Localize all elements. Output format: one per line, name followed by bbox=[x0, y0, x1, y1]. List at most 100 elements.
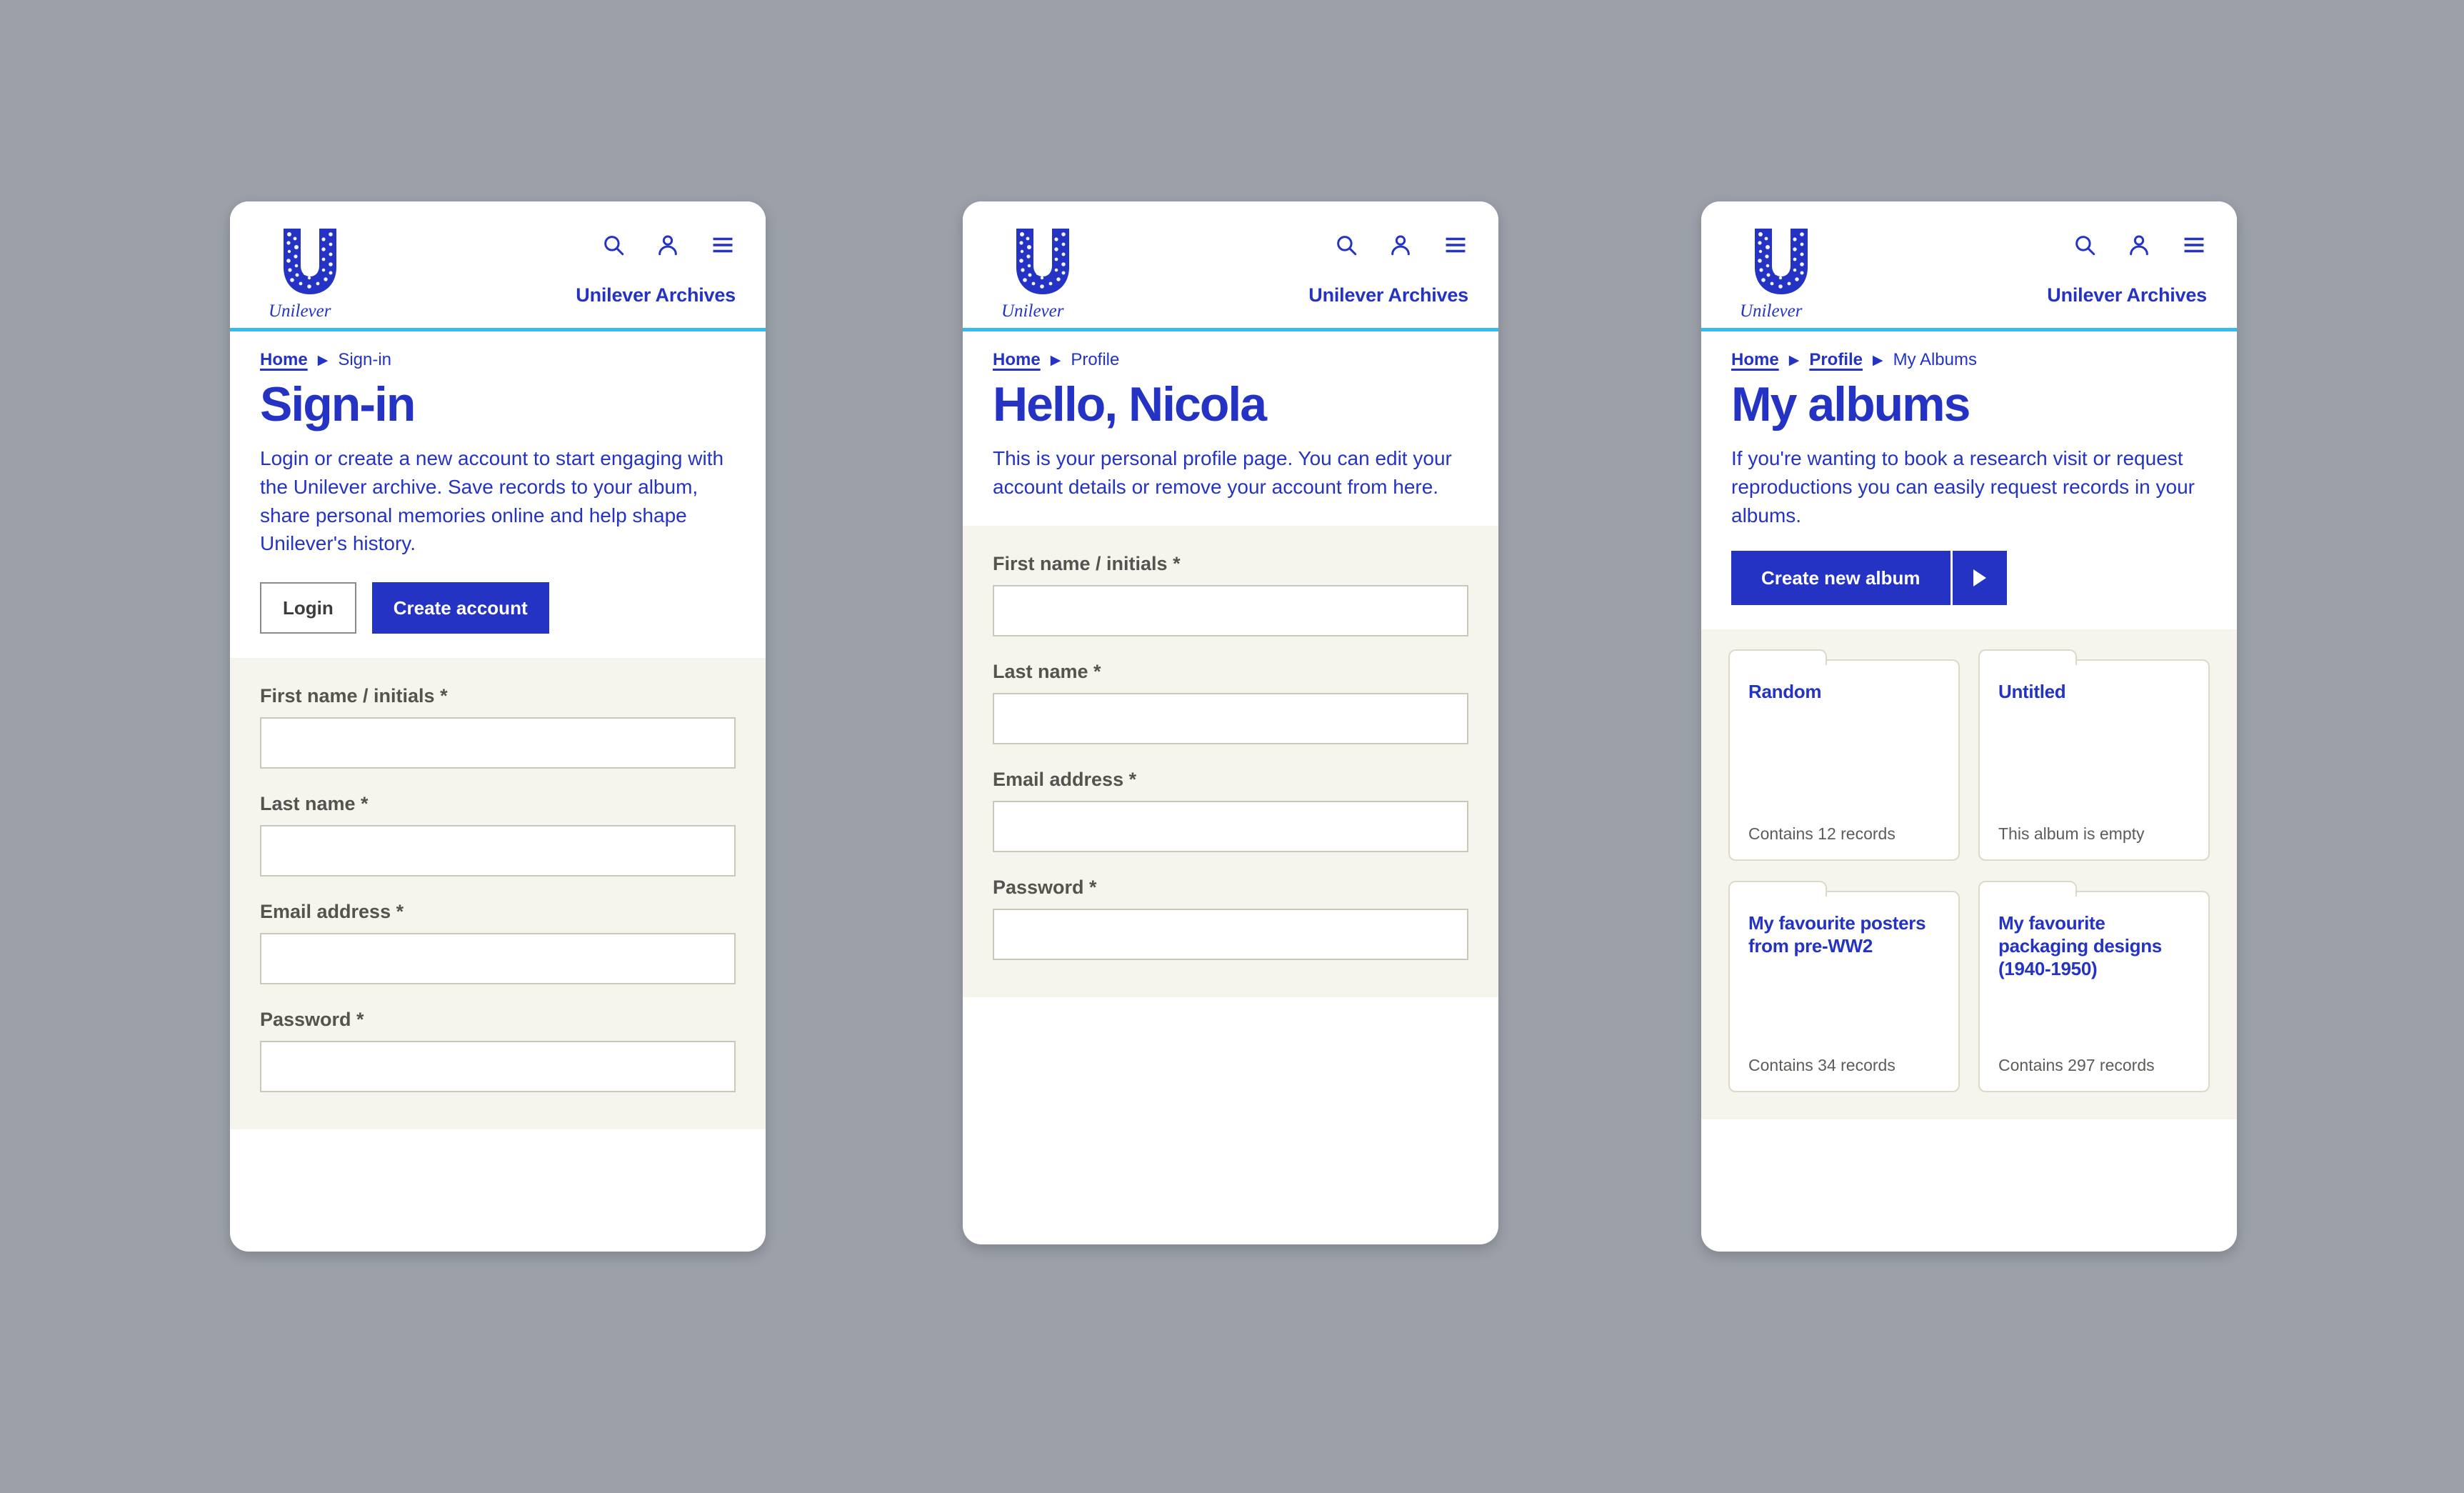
field-first-name: First name / initials * bbox=[993, 553, 1468, 636]
login-button[interactable]: Login bbox=[260, 582, 356, 634]
unilever-u-logo-icon bbox=[1755, 229, 1808, 294]
create-album-button-group: Create new album bbox=[1731, 551, 2207, 606]
field-email: Email address * bbox=[260, 901, 736, 984]
signin-content: Home ▶ Sign-in Sign-in Login or create a… bbox=[230, 331, 766, 658]
profile-form: First name / initials * Last name * Emai… bbox=[963, 525, 1498, 997]
field-label: Last name * bbox=[260, 793, 369, 814]
album-card[interactable]: My favourite posters from pre-WW2 Contai… bbox=[1728, 881, 1960, 1093]
password-input[interactable] bbox=[993, 908, 1468, 960]
last-name-input[interactable] bbox=[993, 692, 1468, 744]
header-row: Unilever bbox=[260, 227, 736, 323]
albums-grid: Random Contains 12 records Untitled This… bbox=[1728, 649, 2210, 1093]
breadcrumb-item-current: Profile bbox=[1071, 350, 1120, 369]
unilever-logo[interactable]: Unilever bbox=[993, 227, 1093, 323]
account-icon[interactable] bbox=[656, 233, 680, 257]
album-card[interactable]: My favourite packaging designs (1940-195… bbox=[1978, 881, 2210, 1093]
breadcrumb-item-home[interactable]: Home bbox=[1731, 350, 1779, 370]
last-name-input[interactable] bbox=[260, 825, 736, 877]
album-name: Random bbox=[1748, 681, 1822, 703]
account-icon[interactable] bbox=[1388, 233, 1413, 257]
header-icons bbox=[1334, 233, 1468, 257]
field-label: First name / initials * bbox=[260, 685, 448, 706]
breadcrumb: Home ▶ Profile bbox=[993, 350, 1468, 370]
field-password: Password * bbox=[260, 1009, 736, 1092]
auth-button-row: Login Create account bbox=[260, 582, 736, 634]
unilever-logo[interactable]: Unilever bbox=[260, 227, 360, 323]
page-title: Hello, Nicola bbox=[993, 377, 1267, 431]
unilever-wordmark-icon: Unilever bbox=[1740, 301, 1803, 321]
email-input[interactable] bbox=[993, 800, 1468, 852]
profile-content: Home ▶ Profile Hello, Nicola This is you… bbox=[963, 331, 1498, 526]
menu-icon[interactable] bbox=[710, 233, 736, 257]
search-icon[interactable] bbox=[2073, 233, 2097, 257]
page-title: My albums bbox=[1731, 377, 1970, 431]
album-name: Untitled bbox=[1998, 681, 2066, 703]
page-intro: If you're wanting to book a research vis… bbox=[1731, 447, 2195, 526]
breadcrumb-separator-icon: ▶ bbox=[1873, 352, 1883, 368]
breadcrumb-item-home[interactable]: Home bbox=[260, 350, 308, 370]
create-new-album-button[interactable]: Create new album bbox=[1731, 551, 1950, 606]
album-card[interactable]: Random Contains 12 records bbox=[1728, 649, 1960, 862]
breadcrumb: Home ▶ Sign-in bbox=[260, 350, 736, 370]
field-label: Email address * bbox=[260, 901, 404, 922]
panel-albums: Unilever Unilever Archives Home ▶ Profil… bbox=[1701, 201, 2237, 1252]
page-title: Sign-in bbox=[260, 377, 416, 431]
page-intro: This is your personal profile page. You … bbox=[993, 447, 1452, 498]
header-icons bbox=[601, 233, 736, 257]
field-last-name: Last name * bbox=[260, 793, 736, 877]
site-header: Unilever Unilever Archives bbox=[1701, 201, 2237, 331]
account-icon[interactable] bbox=[2127, 233, 2151, 257]
first-name-input[interactable] bbox=[993, 584, 1468, 636]
first-name-input[interactable] bbox=[260, 717, 736, 769]
field-password: Password * bbox=[993, 877, 1468, 960]
field-last-name: Last name * bbox=[993, 661, 1468, 744]
field-first-name: First name / initials * bbox=[260, 685, 736, 769]
field-label: Email address * bbox=[993, 768, 1137, 790]
svg-text:Unilever: Unilever bbox=[1740, 301, 1803, 321]
albums-zone: Random Contains 12 records Untitled This… bbox=[1701, 629, 2237, 1120]
unilever-u-logo-icon bbox=[284, 229, 336, 294]
album-card[interactable]: Untitled This album is empty bbox=[1978, 649, 2210, 862]
breadcrumb: Home ▶ Profile ▶ My Albums bbox=[1731, 350, 2207, 370]
page-intro: Login or create a new account to start e… bbox=[260, 447, 724, 555]
album-record-count: This album is empty bbox=[1998, 824, 2145, 844]
search-icon[interactable] bbox=[1334, 233, 1358, 257]
search-icon[interactable] bbox=[601, 233, 626, 257]
create-new-album-arrow-button[interactable] bbox=[1952, 551, 2007, 606]
screenshot-canvas: Unilever Unilever Archives Home ▶ Sign-i… bbox=[0, 0, 2464, 1493]
triangle-right-icon bbox=[1973, 569, 1986, 587]
panel-profile: Unilever Unilever Archives Home ▶ Profil… bbox=[963, 201, 1498, 1244]
header-icons bbox=[2073, 233, 2207, 257]
email-input[interactable] bbox=[260, 933, 736, 984]
unilever-u-logo-icon bbox=[1016, 229, 1069, 294]
breadcrumb-separator-icon: ▶ bbox=[317, 352, 329, 368]
breadcrumb-item-profile[interactable]: Profile bbox=[1809, 350, 1863, 370]
site-header: Unilever Unilever Archives bbox=[963, 201, 1498, 331]
menu-icon[interactable] bbox=[1443, 233, 1468, 257]
field-label: Password * bbox=[993, 876, 1097, 898]
album-record-count: Contains 34 records bbox=[1748, 1056, 1895, 1075]
field-label: Last name * bbox=[993, 660, 1101, 682]
panel-signin: Unilever Unilever Archives Home ▶ Sign-i… bbox=[230, 201, 766, 1252]
album-record-count: Contains 297 records bbox=[1998, 1056, 2155, 1075]
create-account-button[interactable]: Create account bbox=[371, 582, 549, 634]
site-label: Unilever Archives bbox=[2047, 284, 2207, 306]
breadcrumb-separator-icon: ▶ bbox=[1050, 352, 1061, 368]
header-row: Unilever bbox=[1731, 227, 2207, 323]
site-header: Unilever Unilever Archives bbox=[230, 201, 766, 331]
breadcrumb-item-current: Sign-in bbox=[338, 350, 392, 369]
menu-icon[interactable] bbox=[2181, 233, 2207, 257]
breadcrumb-separator-icon: ▶ bbox=[1788, 352, 1800, 368]
albums-content: Home ▶ Profile ▶ My Albums My albums If … bbox=[1701, 331, 2237, 630]
site-label: Unilever Archives bbox=[576, 284, 736, 306]
svg-text:Unilever: Unilever bbox=[269, 301, 331, 321]
field-label: First name / initials * bbox=[993, 552, 1181, 574]
breadcrumb-item-home[interactable]: Home bbox=[993, 350, 1041, 370]
album-name: My favourite packaging designs (1940-195… bbox=[1998, 912, 2162, 979]
unilever-logo[interactable]: Unilever bbox=[1731, 227, 1831, 323]
password-input[interactable] bbox=[260, 1041, 736, 1092]
album-record-count: Contains 12 records bbox=[1748, 824, 1895, 844]
site-label: Unilever Archives bbox=[1308, 284, 1468, 306]
header-row: Unilever bbox=[993, 227, 1468, 323]
field-email: Email address * bbox=[993, 769, 1468, 852]
